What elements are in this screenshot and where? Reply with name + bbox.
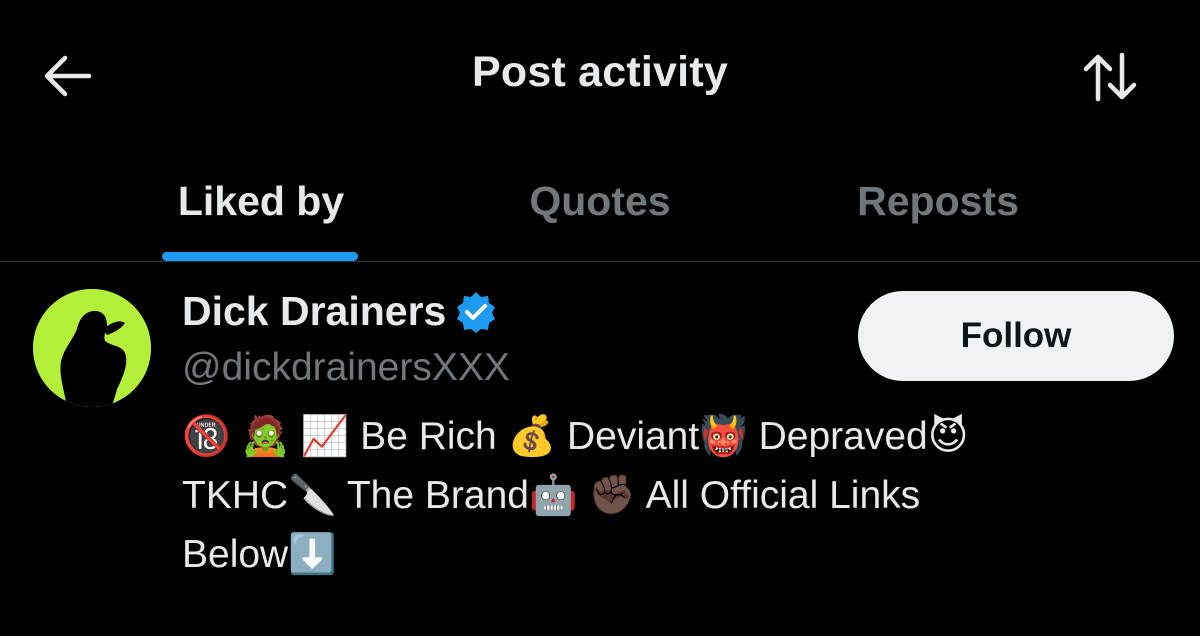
user-handle: @dickdrainersXXX — [182, 346, 510, 389]
activity-tabs: Liked by Quotes Reposts — [0, 150, 1200, 261]
sort-button[interactable] — [1076, 48, 1144, 106]
active-tab-indicator — [162, 252, 358, 261]
back-button[interactable] — [38, 50, 96, 102]
user-name[interactable]: Dick Drainers — [182, 288, 446, 335]
tab-label: Liked by — [177, 178, 345, 224]
bio-line: Below⬇️ — [182, 533, 337, 576]
avatar[interactable] — [33, 289, 151, 407]
arrow-left-icon — [44, 55, 92, 97]
verified-badge-icon — [457, 291, 496, 333]
sort-arrows-icon — [1083, 52, 1137, 102]
user-bio: 🔞 🧟 📈 Be Rich 💰 Deviant👹 Depraved😈 TKHC🔪… — [182, 407, 1142, 584]
user-name-line: Dick Drainers — [182, 288, 498, 335]
tab-label: Quotes — [529, 178, 671, 224]
tab-quotes[interactable]: Quotes — [480, 150, 720, 261]
tab-liked-by[interactable]: Liked by — [140, 150, 382, 261]
silhouette-avatar-icon — [33, 289, 151, 407]
page-title: Post activity — [472, 48, 728, 96]
bio-line: 🔞 🧟 📈 Be Rich 💰 Deviant👹 Depraved😈 — [182, 415, 969, 458]
tab-label: Reposts — [857, 178, 1019, 224]
user-list-item[interactable]: Dick Drainers @dickdrainersXXX Follow 🔞 … — [0, 262, 1200, 636]
tab-reposts[interactable]: Reposts — [810, 150, 1066, 261]
follow-button[interactable]: Follow — [858, 291, 1174, 381]
bio-line: TKHC🔪 The Brand🤖 ✊🏿 All Official Links — [182, 474, 921, 517]
top-bar: Post activity — [0, 0, 1200, 150]
